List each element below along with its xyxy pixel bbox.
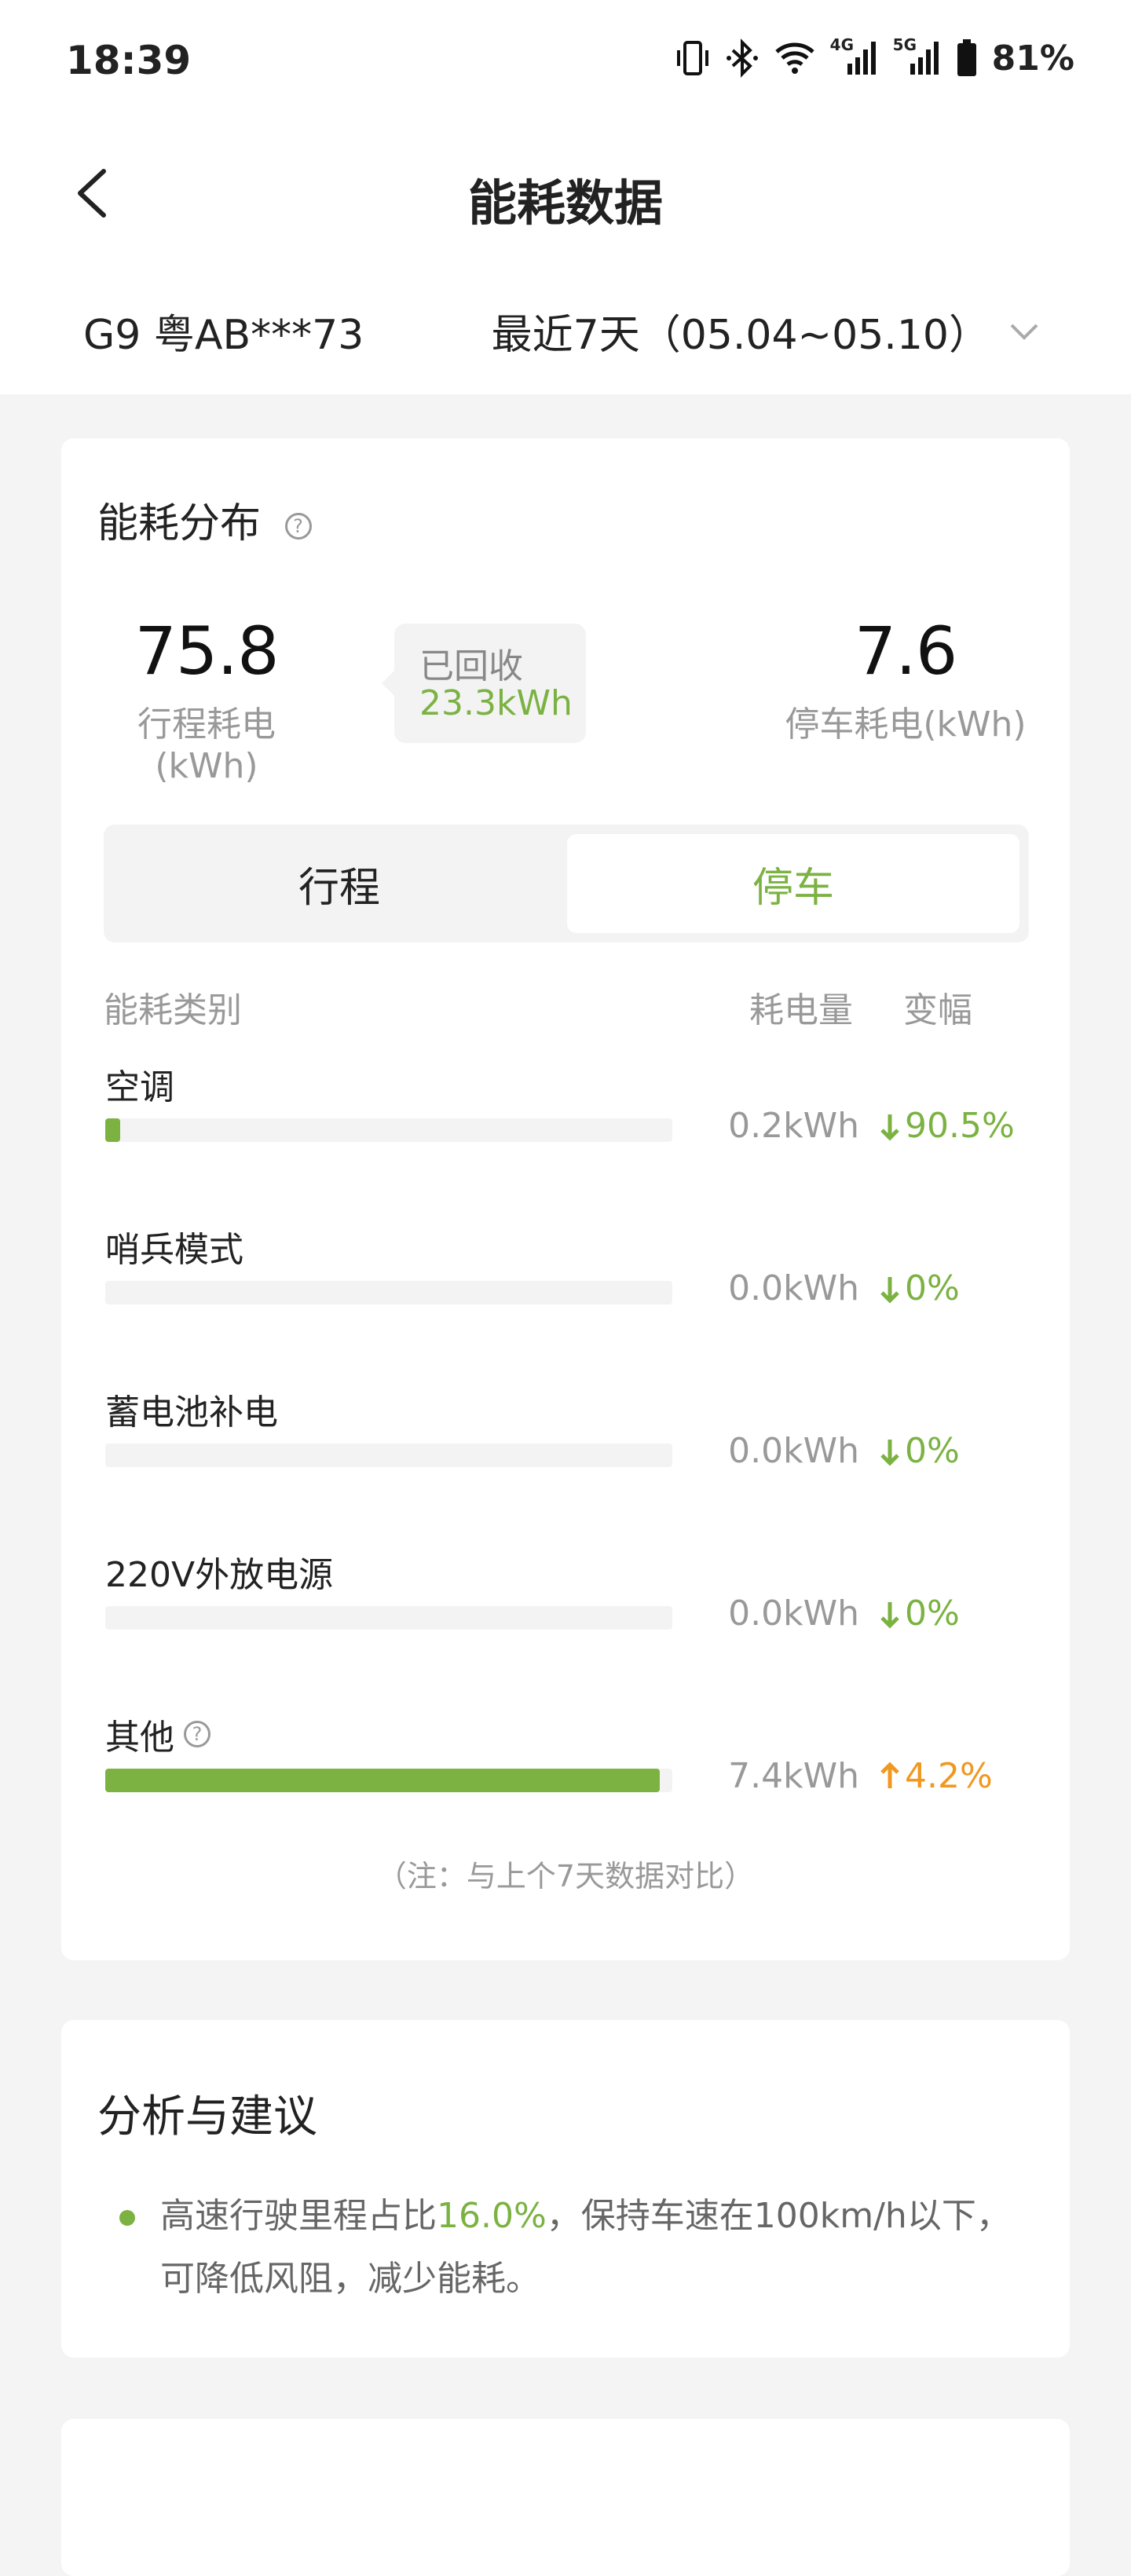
status-bar: 18:39 4G 5G 81% [0,0,1131,126]
tab-trip[interactable]: 行程 [113,834,566,933]
usage-bar-track [105,1118,672,1142]
energy-distribution-card: 能耗分布 ? 75.8 行程耗电(kWh) 已回收 23.3kWh 7.6 停车… [61,438,1070,1960]
arrow-down-icon [880,1439,899,1466]
category-row: 哨兵模式 0.0kWh 0% [61,1221,1070,1378]
analysis-title: 分析与建议 [97,2091,317,2142]
usage-bar-track [105,1769,672,1792]
usage-bar-track [105,1606,672,1630]
change-value: 0% [880,1594,960,1634]
category-name-row: 蓄电池补电 [105,1384,278,1434]
usage-bar-fill [105,1118,120,1142]
recovered-bubble: 已回收 23.3kWh [382,624,586,743]
category-name-row: 空调 [105,1059,174,1109]
network-label-4g: 4G [829,35,855,54]
tip-prefix: 高速行驶里程占比 [160,2196,437,2236]
usage-value: 0.0kWh [728,1268,859,1308]
filter-bar: G9 粤AB***73 最近7天（05.04~05.10） [0,291,1131,369]
park-value: 7.6 [854,613,958,690]
category-row: 空调 0.2kWh 90.5% [61,1059,1070,1216]
chevron-down-icon [1010,324,1038,340]
arrow-down-icon [880,1276,899,1304]
vibrate-icon [675,38,711,79]
distribution-title-row: 能耗分布 ? [97,490,312,549]
usage-bar-fill [105,1769,660,1792]
nav-bar: 能耗数据 [0,149,1131,236]
change-percent: 90.5% [905,1106,1015,1146]
page-title: 能耗数据 [467,174,663,232]
category-name: 空调 [105,1067,174,1107]
arrow-up-icon [880,1761,899,1788]
bullet-dot [119,2210,135,2226]
change-value: 0% [880,1268,960,1308]
usage-value: 0.0kWh [728,1594,859,1634]
analysis-card: 分析与建议 高速行驶里程占比16.0%，保持车速在100km/h以下，可降低风阻… [61,2020,1070,2358]
arrow-down-icon [880,1601,899,1629]
comparison-note: （注：与上个7天数据对比） [376,1859,755,1894]
battery-icon [956,39,978,77]
category-name: 220V外放电源 [105,1555,334,1595]
next-section-card [61,2419,1070,2576]
status-time: 18:39 [66,38,192,83]
analysis-tip: 高速行驶里程占比16.0%，保持车速在100km/h以下，可降低风阻，减少能耗。 [119,2185,1015,2311]
park-consumption: 7.6 停车耗电(kWh) [776,613,1035,746]
usage-value: 0.0kWh [728,1431,859,1471]
category-name-row: 哨兵模式 [105,1221,243,1272]
column-header-category: 能耗类别 [104,990,242,1030]
status-icons: 4G 5G 81% [675,35,1074,79]
usage-bar-track [105,1444,672,1467]
date-range-selector[interactable]: 最近7天（05.04~05.10） [492,302,1040,360]
tab-park[interactable]: 停车 [567,834,1019,933]
column-header-change: 变幅 [903,990,972,1030]
trip-park-toggle: 行程 停车 [104,825,1029,942]
column-header-usage: 耗电量 [749,990,853,1030]
help-icon[interactable]: ? [284,513,312,540]
usage-bar-track [105,1281,672,1304]
change-percent: 0% [905,1594,960,1634]
tip-text: 高速行驶里程占比16.0%，保持车速在100km/h以下，可降低风阻，减少能耗。 [160,2185,1015,2311]
signal-5g-icon: 5G [893,35,942,76]
wifi-icon [774,41,816,75]
category-name: 蓄电池补电 [105,1392,278,1433]
park-label: 停车耗电(kWh) [785,704,1027,745]
change-percent: 0% [905,1268,960,1308]
change-value: 90.5% [880,1106,1015,1146]
category-name: 其他 [105,1718,174,1758]
network-label-5g: 5G [892,35,917,54]
recovered-value: 23.3kWh [419,683,573,723]
arrow-down-icon [880,1114,899,1141]
recovered-label: 已回收 [419,646,523,686]
trip-value: 75.8 [134,613,279,690]
battery-level: 81% [991,38,1074,79]
trip-label: 行程耗电(kWh) [137,704,276,786]
help-icon[interactable]: ? [184,1721,210,1747]
change-percent: 4.2% [905,1756,993,1796]
category-name: 哨兵模式 [105,1230,243,1270]
date-range-label: 最近7天（05.04~05.10） [491,312,990,359]
category-row: 其他? 7.4kWh 4.2% [61,1709,1070,1866]
usage-value: 0.2kWh [728,1106,859,1146]
category-row: 蓄电池补电 0.0kWh 0% [61,1384,1070,1541]
category-row: 220V外放电源 0.0kWh 0% [61,1546,1070,1703]
category-name-row: 220V外放电源 [105,1546,333,1597]
vehicle-selector[interactable]: G9 粤AB***73 [83,302,364,360]
change-value: 0% [880,1431,960,1471]
category-name-row: 其他? [105,1709,210,1759]
trip-consumption: 75.8 行程耗电(kWh) [93,613,320,786]
change-value: 4.2% [880,1756,993,1796]
distribution-title: 能耗分布 [97,500,262,547]
change-percent: 0% [905,1431,960,1471]
tip-highlight: 16.0% [437,2196,547,2236]
usage-value: 7.4kWh [728,1756,859,1796]
bluetooth-icon [725,38,759,79]
signal-4g-icon: 4G [830,35,879,76]
